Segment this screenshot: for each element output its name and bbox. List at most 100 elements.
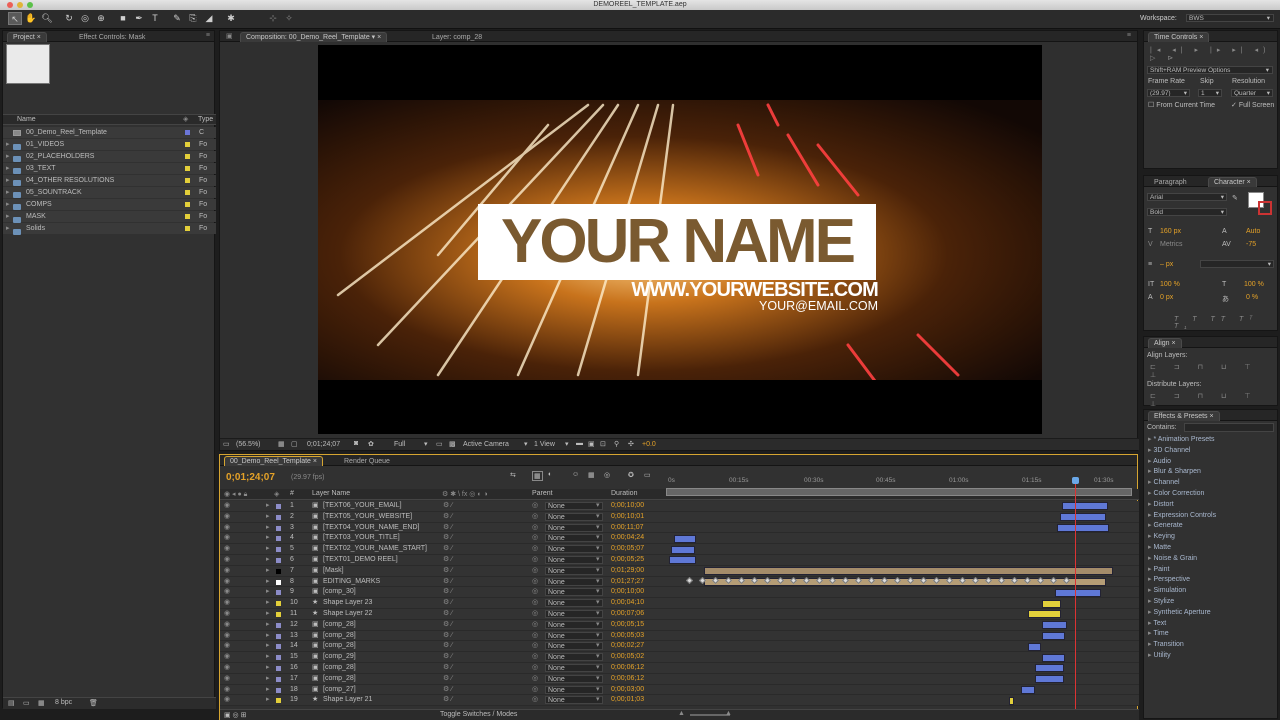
effects-category[interactable]: ▸ Utility: [1148, 651, 1273, 662]
label-color-chip[interactable]: [185, 142, 190, 148]
disclosure-triangle-icon[interactable]: ▸: [6, 199, 10, 210]
visibility-eye-icon[interactable]: ◉: [224, 566, 230, 577]
world-axis-mode-icon[interactable]: ✧: [282, 12, 296, 25]
effects-category[interactable]: ▸ Color Correction: [1148, 489, 1273, 500]
disclosure-triangle-icon[interactable]: ▸: [266, 501, 270, 512]
layer-name[interactable]: [TEXT05_YOUR_WEBSITE]: [323, 512, 412, 523]
puppet-tool-icon[interactable]: ✱: [224, 12, 238, 25]
timeline-layer-row[interactable]: ◉ ▸ 7 ▣ [Mask] ⚙ ∕ ◎ None ▾ 0;01;29;00: [220, 565, 1139, 577]
tab-composition[interactable]: Composition: 00_Demo_Reel_Template ▾ ×: [240, 32, 388, 42]
effects-category[interactable]: ▸ Stylize: [1148, 597, 1273, 608]
layer-switches[interactable]: ⚙ ∕: [443, 674, 452, 685]
layer-label-color[interactable]: [276, 676, 281, 682]
tab-align[interactable]: Align ×: [1148, 338, 1182, 348]
label-color-chip[interactable]: [185, 130, 190, 135]
timeline-layer-row[interactable]: ◉ ▸ 5 ▣ [TEXT02_YOUR_NAME_START] ⚙ ∕ ◎ None ▾ 0;0…: [220, 544, 1139, 555]
layer-label-color[interactable]: [276, 644, 281, 650]
motion-blur-icon[interactable]: ◎: [604, 471, 610, 479]
effects-category[interactable]: ▸ Generate: [1148, 521, 1273, 532]
current-time-indicator[interactable]: [1072, 477, 1079, 709]
font-family-select[interactable]: Arial ▾: [1147, 193, 1227, 201]
disclosure-triangle-icon[interactable]: ▸: [1148, 447, 1152, 454]
disclosure-triangle-icon[interactable]: ▸: [6, 139, 10, 150]
layer-duration-bar[interactable]: [1034, 664, 1065, 673]
layer-label-color[interactable]: [276, 612, 281, 617]
column-layer-name[interactable]: Layer Name: [312, 490, 350, 497]
pick-whip-icon[interactable]: ◎: [532, 533, 538, 544]
distribute-buttons[interactable]: ⊏ ⊐ ⊓ ⊔ ⊤ ⊥: [1150, 392, 1277, 408]
disclosure-triangle-icon[interactable]: ▸: [1148, 490, 1152, 497]
label-color-chip[interactable]: [185, 154, 190, 160]
visibility-eye-icon[interactable]: ◉: [224, 544, 230, 555]
layer-name[interactable]: [TEXT04_YOUR_NAME_END]: [323, 523, 419, 534]
layer-label-color[interactable]: [276, 504, 281, 509]
effects-category[interactable]: ▸ Paint: [1148, 565, 1273, 576]
label-column-icon[interactable]: ◈: [274, 490, 279, 498]
column-number[interactable]: #: [290, 490, 294, 497]
layer-label-color[interactable]: [276, 601, 281, 607]
hide-shy-layers-icon[interactable]: ☺: [572, 471, 579, 478]
resolution-select[interactable]: Quarter ▾: [1231, 89, 1273, 97]
parent-select[interactable]: None: [545, 577, 603, 586]
layer-duration[interactable]: 0;00;04;10: [611, 598, 644, 609]
layer-switches[interactable]: ⚙ ∕: [443, 566, 452, 577]
timeline-layer-row[interactable]: ◉ ▸ 4 ▣ [TEXT03_YOUR_TITLE] ⚙ ∕ ◎ None ▾ 0;00;04;…: [220, 533, 1139, 545]
layer-marker[interactable]: [685, 577, 694, 585]
layer-name[interactable]: [TEXT02_YOUR_NAME_START]: [323, 544, 427, 555]
layer-duration-bar[interactable]: [1009, 696, 1015, 705]
pick-whip-icon[interactable]: ◎: [532, 512, 538, 523]
layer-switches[interactable]: ⚙ ∕: [443, 663, 452, 674]
visibility-eye-icon[interactable]: ◉: [224, 641, 230, 652]
layer-switches[interactable]: ⚙ ∕: [443, 501, 452, 512]
layer-duration[interactable]: 0;01;27;27: [611, 577, 644, 588]
layer-label-color[interactable]: [276, 525, 281, 531]
camera-tool-icon[interactable]: ◎: [78, 12, 92, 25]
column-parent[interactable]: Parent: [532, 490, 553, 497]
lock-icon[interactable]: ▣: [226, 32, 233, 40]
timeline-layer-row[interactable]: ◉ ▸ 15 ▣ [comp_29] ⚙ ∕ ◎ None ▾ 0;00;05;02: [220, 652, 1139, 663]
effects-category[interactable]: ▸ Audio: [1148, 457, 1273, 468]
effects-category[interactable]: ▸ Keying: [1148, 532, 1273, 543]
visibility-eye-icon[interactable]: ◉: [224, 631, 230, 642]
disclosure-triangle-icon[interactable]: ▸: [266, 609, 270, 620]
layer-name[interactable]: [comp_28]: [323, 620, 356, 631]
label-color-chip[interactable]: [185, 178, 190, 184]
layer-duration-bar[interactable]: [669, 556, 696, 565]
new-comp-icon[interactable]: ▦: [38, 699, 45, 707]
comp-mini-flowchart-icon[interactable]: ⇆: [510, 471, 516, 479]
disclosure-triangle-icon[interactable]: ▸: [1148, 609, 1152, 616]
layer-name[interactable]: Shape Layer 23: [323, 598, 372, 609]
project-item[interactable]: ▸ COMPS Fo: [3, 199, 216, 211]
switches-icons[interactable]: ⚙ ✱ \ fx ◎ ◐ ◑: [442, 490, 488, 498]
layer-label-color[interactable]: [276, 655, 281, 661]
layer-label-color[interactable]: [276, 698, 281, 704]
visibility-eye-icon[interactable]: ◉: [224, 685, 230, 696]
composition-canvas[interactable]: YOUR NAME WWW.YOURWEBSITE.COM YOUR@EMAIL…: [318, 45, 1042, 434]
stroke-style-select[interactable]: ▾: [1200, 260, 1274, 268]
layer-switches[interactable]: ⚙ ∕: [443, 577, 452, 588]
layer-name[interactable]: [comp_27]: [323, 685, 356, 696]
pick-whip-icon[interactable]: ◎: [532, 544, 538, 555]
parent-select[interactable]: None: [545, 685, 603, 694]
effects-category[interactable]: ▸ Expression Controls: [1148, 511, 1273, 522]
zoom-slider[interactable]: [690, 714, 730, 716]
layer-duration[interactable]: 0;00;01;03: [611, 695, 644, 706]
layer-name[interactable]: [TEXT01_DEMO REEL]: [323, 555, 398, 566]
3d-view-select[interactable]: Active Camera: [463, 441, 509, 448]
project-item[interactable]: 00_Demo_Reel_Template C: [3, 127, 216, 138]
pick-whip-icon[interactable]: ◎: [532, 566, 538, 577]
layer-label-color[interactable]: [276, 558, 281, 563]
project-item[interactable]: ▸ 03_TEXT Fo: [3, 163, 216, 175]
interpret-footage-icon[interactable]: ▤: [8, 699, 15, 707]
disclosure-triangle-icon[interactable]: ▸: [266, 620, 270, 631]
layer-duration-bar[interactable]: [1057, 523, 1109, 532]
layer-duration[interactable]: 0;00;10;01: [611, 512, 644, 523]
layer-name[interactable]: [comp_28]: [323, 663, 356, 674]
pick-whip-icon[interactable]: ◎: [532, 555, 538, 566]
parent-select[interactable]: None: [545, 674, 603, 683]
layer-duration-bar[interactable]: [1041, 631, 1066, 640]
project-item[interactable]: ▸ Solids Fo: [3, 223, 216, 235]
pick-whip-icon[interactable]: ◎: [532, 620, 538, 631]
disclosure-triangle-icon[interactable]: ▸: [266, 533, 270, 544]
new-folder-icon[interactable]: ▭: [23, 699, 30, 707]
